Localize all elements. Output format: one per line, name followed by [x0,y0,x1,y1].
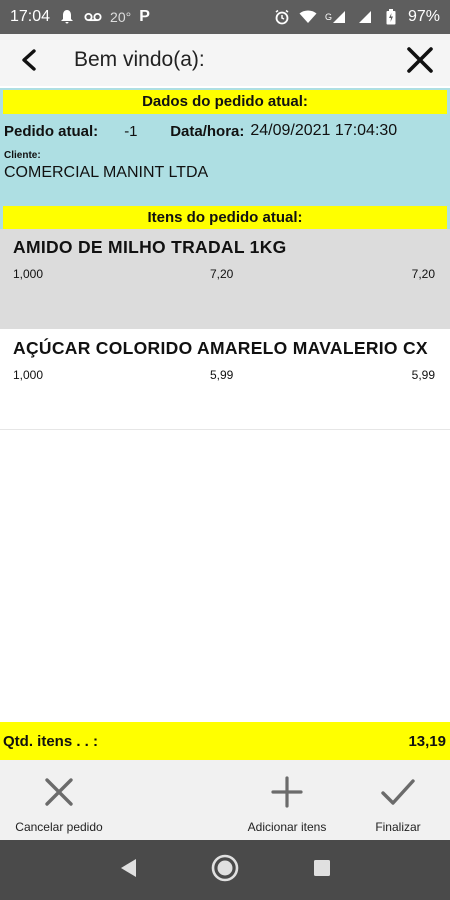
app-badge-icon: P [139,8,150,25]
battery-icon [382,8,400,26]
item-quantity: 1,000 [13,368,44,382]
item-quantity: 1,000 [13,267,44,281]
app-bar: Bem vindo(a): [0,34,450,86]
client-label: Cliente: [4,150,41,161]
order-number-value: -1 [124,122,138,140]
cancel-order-label: Cancelar pedido [15,820,103,834]
summary-label: Qtd. itens . . : [3,732,99,750]
status-time: 17:04 [10,8,51,25]
item-price: 7,20 [210,267,234,281]
finish-label: Finalizar [375,820,421,834]
summary-value: 13,19 [408,732,446,750]
cancel-order-button[interactable]: Cancelar pedido [6,760,112,840]
nav-home-icon[interactable] [210,853,240,888]
finish-button[interactable]: Finalizar [366,760,430,840]
cancel-icon [39,772,79,812]
order-section-title: Dados do pedido atual: [3,90,447,114]
battery-level: 97% [407,8,440,25]
notification-bell-icon [58,8,76,26]
system-nav-bar [0,840,450,900]
order-number-label: Pedido atual: [4,122,99,140]
add-items-label: Adicionar itens [247,820,327,834]
page-title: Bem vindo(a): [74,48,205,71]
nav-recents-icon[interactable] [312,858,332,883]
datetime-value: 24/09/2021 17:04:30 [250,122,398,139]
item-name: AMIDO DE MILHO TRADAL 1KG [13,237,287,257]
close-button[interactable] [390,34,450,86]
summary-bar: Qtd. itens . . : 13,19 [0,722,450,760]
client-value: COMERCIAL MANINT LTDA [4,164,209,181]
order-header: Dados do pedido atual: Pedido atual: -1 … [0,88,450,230]
item-total: 5,99 [411,368,435,382]
status-bar: 17:04 20° P G 97% [0,0,450,34]
signal-2-icon [356,8,374,26]
list-item[interactable]: AÇÚCAR COLORIDO AMARELO MAVALERIO CX 1,0… [0,330,450,430]
plus-icon [267,772,307,812]
order-info-row: Pedido atual: -1 Data/hora: 24/09/2021 1… [4,120,442,142]
item-price: 5,99 [210,368,234,382]
items-section-title: Itens do pedido atual: [3,206,447,230]
list-item[interactable]: AMIDO DE MILHO TRADAL 1KG 1,000 7,20 7,2… [0,229,450,329]
back-button[interactable] [0,34,60,86]
datetime-label: Data/hora: [170,122,245,140]
checkmark-icon [378,772,418,812]
alarm-icon [273,8,291,26]
bottom-action-bar: Cancelar pedido Adicionar itens Finaliza… [0,760,450,840]
temperature: 20° [110,9,132,25]
nav-back-icon[interactable] [118,857,138,884]
voicemail-icon [84,8,102,26]
close-icon [407,47,433,73]
wifi-icon [299,8,317,26]
back-arrow-icon [22,49,36,71]
item-total: 7,20 [411,267,435,281]
item-name: AÇÚCAR COLORIDO AMARELO MAVALERIO CX [13,338,428,358]
signal-icon [330,8,348,26]
add-items-button[interactable]: Adicionar itens [236,760,338,840]
